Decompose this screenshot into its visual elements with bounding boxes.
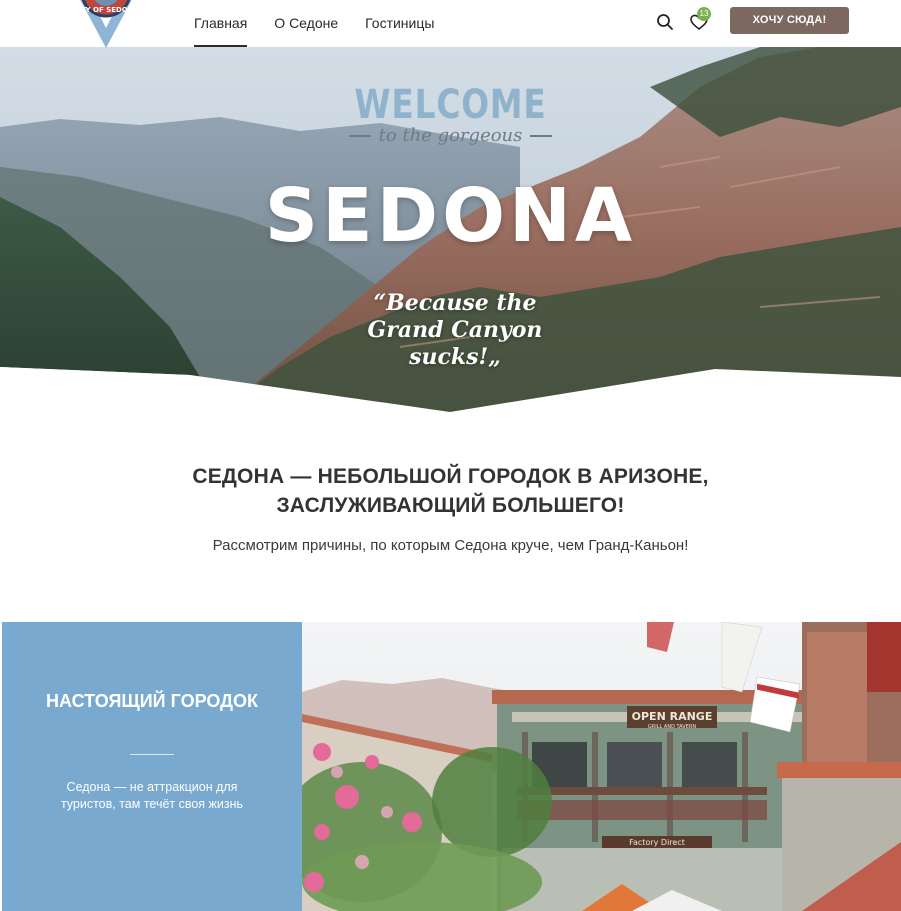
logo-text: CITY OF SEDONA	[73, 6, 140, 14]
decorative-line	[348, 135, 371, 137]
hero-quote: “Because the Grand Canyon sucks!„	[367, 290, 543, 370]
feature-title: НАСТОЯЩИЙ ГОРОДОК	[46, 691, 258, 711]
factory-direct-sign: Factory Direct	[629, 838, 685, 847]
nav-item-hotels[interactable]: Гостиницы	[365, 0, 434, 47]
site-header: CITY OF SEDONA Главная О Седоне Гостиниц…	[0, 0, 901, 50]
search-icon[interactable]	[655, 12, 675, 32]
feature-text: Седона — не аттракцион для туристов, там…	[60, 780, 244, 811]
nav-item-about[interactable]: О Седоне	[274, 0, 338, 47]
main-nav: Главная О Седоне Гостиницы	[194, 0, 434, 47]
want-to-go-button[interactable]: ХОЧУ СЮДА!	[730, 7, 849, 34]
intro-heading: СЕДОНА — НЕБОЛЬШОЙ ГОРОДОК В АРИЗОНЕ, ЗА…	[192, 465, 709, 517]
nav-item-home[interactable]: Главная	[194, 0, 248, 47]
open-range-sign: OPEN RANGE	[632, 710, 713, 723]
hero-subtitle-text: to the gorgeous	[378, 125, 523, 146]
open-range-sign-sub: GRILL AND TAVERN	[648, 724, 696, 730]
feature-divider	[130, 754, 174, 755]
hero-subtitle: to the gorgeous	[0, 125, 901, 146]
city-of-sedona-logo[interactable]: CITY OF SEDONA	[52, 0, 160, 50]
feature-card: НАСТОЯЩИЙ ГОРОДОК Седона — не аттракцион…	[2, 622, 302, 911]
hero-title: SEDONA	[264, 173, 637, 259]
hero-welcome-text: WELCOME	[354, 82, 547, 128]
decorative-line	[530, 135, 553, 137]
intro-subtitle: Рассмотрим причины, по которым Седона кр…	[212, 537, 689, 554]
intro-section: СЕДОНА — НЕБОЛЬШОЙ ГОРОДОК В АРИЗОНЕ, ЗА…	[0, 412, 901, 622]
wishlist-count-badge: 13	[697, 7, 711, 21]
hero-banner: WELCOME to the gorgeous SEDONA “Because …	[0, 47, 901, 412]
town-street-photo: OPEN RANGE GRILL AND TAVERN Factory Dire…	[302, 622, 901, 911]
